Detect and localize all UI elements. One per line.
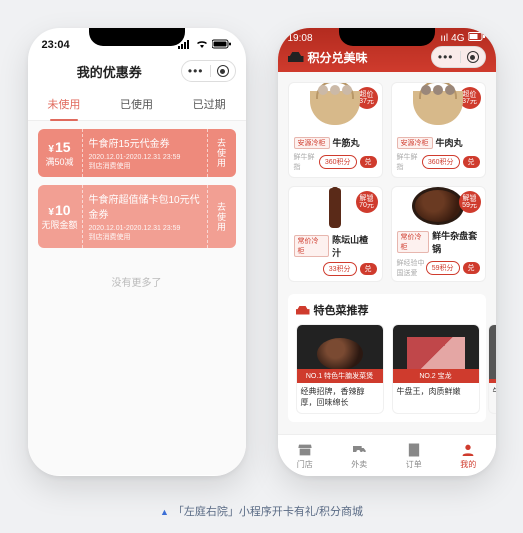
phone-points-mall: 19:08 ııl 4G 积分兑美味 •••	[278, 28, 496, 476]
coupon-action[interactable]: 去使用	[208, 185, 236, 248]
product-card[interactable]: 解锁 59元 常价冷柜 鲜牛杂盘套锅 鲜经验中国送爱 59积分 兑	[391, 186, 486, 282]
product-tag: 常价冷柜	[294, 235, 330, 257]
redeem-button[interactable]: 兑	[360, 263, 377, 275]
product-name: 牛筋丸	[333, 136, 360, 149]
product-tag: 安源冷柜	[294, 137, 330, 149]
product-points: 33积分	[323, 262, 357, 276]
wifi-icon	[195, 39, 209, 52]
product-points: 59积分	[426, 261, 460, 275]
coupon-item[interactable]: 15 满50减 牛食府15元代金券 2020.12.01-2020.12.31 …	[38, 129, 236, 177]
featured-section: 特色菜推荐 经典招牌，香辣醇厚，回味绵长 牛盘王，肉质鲜嫩	[288, 294, 486, 422]
coupon-list: 15 满50减 牛食府15元代金券 2020.12.01-2020.12.31 …	[28, 121, 246, 475]
product-sub: 鲜牛鲜指	[294, 152, 319, 172]
product-name: 鲜牛杂盘套锅	[432, 229, 479, 255]
orders-icon	[406, 442, 422, 458]
dish-line1: 牛	[493, 386, 496, 397]
nav-delivery[interactable]: 外卖	[332, 435, 387, 476]
product-points: 360积分	[422, 155, 460, 169]
page-header: 积分兑美味 •••	[288, 45, 486, 69]
brand-cow-icon	[288, 52, 304, 62]
dish-scroller[interactable]: 经典招牌，香辣醇厚，回味绵长 牛盘王，肉质鲜嫩 牛	[296, 324, 478, 414]
coupon-note: 到店消费使用	[89, 233, 201, 242]
network-label: 4G	[451, 33, 464, 44]
product-sub: 鲜牛鲜指	[397, 152, 422, 172]
dish-line1: 经典招牌，香辣醇厚，回味绵长	[301, 386, 379, 408]
dish-card[interactable]: 牛	[488, 324, 496, 414]
status-time: 23:04	[42, 39, 70, 51]
list-end-text: 没有更多了	[38, 256, 236, 289]
triangle-icon: ▲	[160, 507, 169, 517]
product-tag: 安源冷柜	[397, 137, 433, 149]
tab-used[interactable]: 已使用	[100, 88, 173, 120]
brand-cow-icon	[296, 306, 310, 315]
miniapp-capsule[interactable]: •••	[181, 60, 236, 82]
section-title: 特色菜推荐	[314, 302, 369, 318]
delivery-icon	[351, 442, 367, 458]
notch	[89, 28, 185, 46]
coupon-item[interactable]: 10 无限金额 牛食府超值储卡包10元代金券 2020.12.01-2020.1…	[38, 185, 236, 248]
nav-orders[interactable]: 订单	[387, 435, 442, 476]
battery-icon	[212, 39, 232, 52]
product-card[interactable]: 超价 37元 安源冷柜 牛筋丸 鲜牛鲜指 360积分 兑	[288, 82, 383, 178]
product-tag: 常价冷柜	[397, 231, 430, 253]
product-sub: 鲜经验中国送爱	[397, 258, 426, 278]
status-time: 19:08	[288, 33, 313, 44]
redeem-button[interactable]: 兑	[360, 156, 377, 168]
signal-icon: ııl	[440, 33, 448, 44]
product-points: 360积分	[319, 155, 357, 169]
tab-unused[interactable]: 未使用	[28, 88, 101, 120]
coupon-note: 到店消费使用	[89, 162, 201, 171]
more-icon[interactable]: •••	[188, 64, 204, 78]
product-name: 牛肉丸	[436, 136, 463, 149]
coupon-amount-sub: 满50减	[45, 155, 73, 168]
product-name: 陈坛山楂汁	[332, 233, 376, 259]
coupon-dates: 2020.12.01-2020.12.31 23:59	[89, 153, 201, 162]
nav-store[interactable]: 门店	[278, 435, 333, 476]
coupon-amount-sub: 无限金额	[41, 218, 77, 231]
coupon-amount: 15	[48, 139, 70, 155]
coupon-title: 牛食府15元代金券	[89, 135, 201, 150]
nav-me[interactable]: 我的	[441, 435, 496, 476]
coupon-title: 牛食府超值储卡包10元代金券	[89, 191, 201, 221]
dish-image	[297, 325, 383, 383]
page-title: 积分兑美味	[308, 49, 368, 66]
store-icon	[297, 442, 313, 458]
coupon-tabs: 未使用 已使用 已过期	[28, 88, 246, 121]
bottle-icon	[329, 188, 341, 228]
dish-card[interactable]: 经典招牌，香辣醇厚，回味绵长	[296, 324, 384, 414]
dish-line1: 牛盘王，肉质鲜嫩	[397, 386, 475, 397]
price-badge: 解锁 70元	[356, 191, 378, 213]
tab-expired[interactable]: 已过期	[173, 88, 246, 120]
coupon-dates: 2020.12.01-2020.12.31 23:59	[89, 224, 201, 233]
redeem-button[interactable]: 兑	[463, 156, 480, 168]
redeem-button[interactable]: 兑	[463, 262, 480, 274]
notch	[339, 28, 435, 46]
points-content: 超价 37元 安源冷柜 牛筋丸 鲜牛鲜指 360积分 兑	[278, 72, 496, 434]
price-badge: 解锁 59元	[459, 191, 481, 213]
product-card[interactable]: 解锁 70元 常价冷柜 陈坛山楂汁 33积分 兑	[288, 186, 383, 282]
more-icon[interactable]: •••	[438, 50, 454, 64]
page-header: 我的优惠券 •••	[28, 56, 246, 88]
phone-coupons: 23:04 我的优惠券 ••• 未使用 已使用 已过期	[28, 28, 246, 476]
battery-icon	[468, 32, 486, 44]
close-icon[interactable]	[467, 51, 479, 63]
coupon-action[interactable]: 去使用	[208, 129, 236, 177]
dish-image	[393, 325, 479, 383]
miniapp-capsule[interactable]: •••	[431, 46, 486, 68]
dish-image	[489, 325, 496, 383]
user-icon	[460, 442, 476, 458]
page-title: 我的优惠券	[38, 62, 181, 81]
bottom-nav: 门店 外卖 订单 我的	[278, 434, 496, 476]
coupon-amount: 10	[48, 202, 70, 218]
figure-caption: ▲「左庭右院」小程序开卡有礼/积分商城	[0, 503, 523, 519]
close-icon[interactable]	[217, 65, 229, 77]
dish-card[interactable]: 牛盘王，肉质鲜嫩	[392, 324, 480, 414]
pot-icon	[412, 187, 464, 225]
product-card[interactable]: 超价 37元 安源冷柜 牛肉丸 鲜牛鲜指 360积分 兑	[391, 82, 486, 178]
